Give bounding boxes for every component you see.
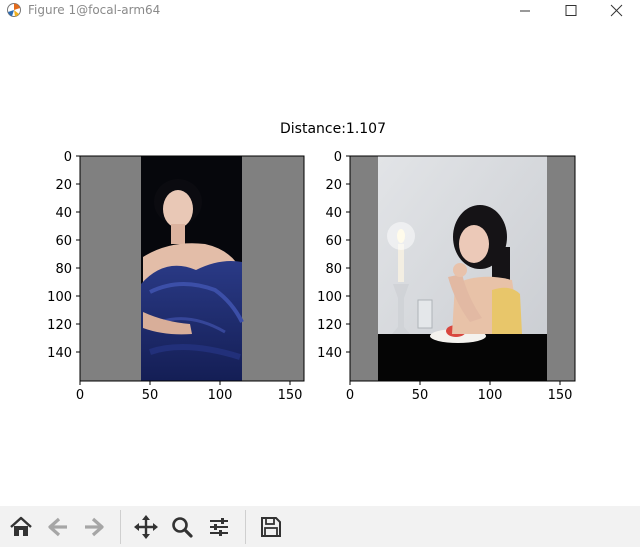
left-ytick-label: 140 bbox=[47, 346, 72, 361]
toolbar-separator bbox=[120, 510, 121, 544]
configure-subplots-button[interactable] bbox=[205, 513, 233, 541]
left-xtick-label: 50 bbox=[142, 388, 159, 403]
pan-icon bbox=[134, 515, 158, 539]
maximize-icon bbox=[565, 5, 577, 16]
left-image-axes: 0 50 100 150 0 20 40 60 80 100 120 140 bbox=[47, 150, 305, 403]
right-ytick-label: 100 bbox=[317, 290, 342, 305]
save-icon bbox=[261, 517, 281, 537]
home-icon bbox=[10, 516, 32, 536]
home-button[interactable] bbox=[7, 513, 35, 541]
maximize-button[interactable] bbox=[548, 0, 594, 22]
toolbar-separator bbox=[245, 510, 246, 544]
forward-icon bbox=[85, 517, 104, 537]
right-ytick-label: 140 bbox=[317, 346, 342, 361]
right-xtick-label: 50 bbox=[412, 388, 429, 403]
zoom-icon bbox=[172, 517, 193, 538]
left-xtick-label: 0 bbox=[76, 388, 84, 403]
forward-button[interactable] bbox=[80, 513, 108, 541]
left-ytick-label: 80 bbox=[55, 262, 72, 277]
close-button[interactable] bbox=[594, 0, 640, 22]
left-xtick-label: 100 bbox=[208, 388, 233, 403]
right-xtick-label: 150 bbox=[548, 388, 573, 403]
navigation-toolbar bbox=[0, 506, 640, 547]
left-ytick-label: 100 bbox=[47, 290, 72, 305]
left-xtick-label: 150 bbox=[278, 388, 303, 403]
right-ytick-label: 0 bbox=[334, 150, 342, 165]
save-button[interactable] bbox=[257, 513, 285, 541]
left-ytick-label: 40 bbox=[55, 206, 72, 221]
right-xtick-label: 100 bbox=[478, 388, 503, 403]
figure-canvas[interactable]: Distance:1.107 0 50 100 150 0 20 40 60 8… bbox=[0, 22, 640, 506]
close-icon bbox=[610, 4, 623, 17]
back-icon bbox=[48, 517, 67, 537]
left-image bbox=[80, 156, 304, 381]
right-image bbox=[350, 156, 575, 381]
back-button[interactable] bbox=[44, 513, 72, 541]
left-ytick-label: 20 bbox=[55, 178, 72, 193]
minimize-icon bbox=[520, 10, 530, 12]
figure-axes: 0 50 100 150 0 20 40 60 80 100 120 140 0 50 100 … bbox=[47, 150, 576, 403]
right-ytick-label: 20 bbox=[325, 178, 342, 193]
left-ytick-label: 60 bbox=[55, 234, 72, 249]
right-ytick-label: 120 bbox=[317, 318, 342, 333]
pan-button[interactable] bbox=[132, 513, 160, 541]
right-xtick-label: 0 bbox=[346, 388, 354, 403]
right-ytick-label: 80 bbox=[325, 262, 342, 277]
configure-subplots-icon bbox=[210, 518, 228, 536]
right-ytick-label: 40 bbox=[325, 206, 342, 221]
title-bar: Figure 1@focal-arm64 bbox=[0, 0, 640, 22]
right-ytick-label: 60 bbox=[325, 234, 342, 249]
matplotlib-app-icon bbox=[7, 3, 21, 17]
minimize-button[interactable] bbox=[502, 0, 548, 22]
window-title: Figure 1@focal-arm64 bbox=[28, 3, 161, 17]
right-image-axes: 0 50 100 150 0 20 40 60 80 100 120 140 bbox=[317, 150, 576, 403]
left-ytick-label: 0 bbox=[64, 150, 72, 165]
zoom-button[interactable] bbox=[168, 513, 196, 541]
left-ytick-label: 120 bbox=[47, 318, 72, 333]
